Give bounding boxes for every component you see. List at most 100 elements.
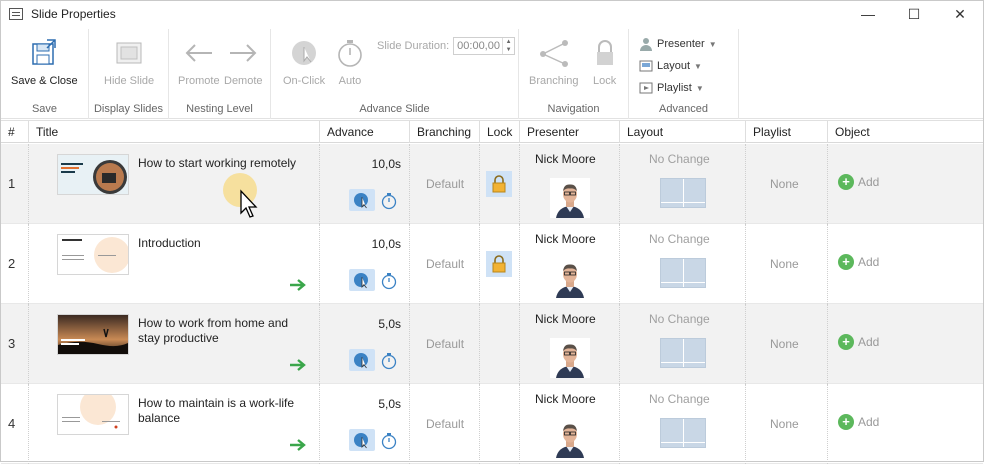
on-click-button[interactable]: On-Click [283, 37, 325, 87]
branching-value[interactable]: Default [426, 337, 464, 351]
duration-spinner[interactable]: ▲ ▼ [502, 38, 514, 54]
branching-value[interactable]: Default [426, 417, 464, 431]
title-bar: Slide Properties — ☐ ✕ [1, 1, 983, 27]
add-object-button[interactable]: + Add [838, 174, 879, 190]
slide-thumbnail[interactable] [57, 314, 129, 355]
auto-timer-icon[interactable] [381, 272, 397, 290]
presenter-name[interactable]: Nick Moore [535, 152, 596, 166]
maximize-button[interactable]: ☐ [891, 1, 937, 27]
auto-button[interactable]: Auto [337, 37, 363, 87]
presenter-name[interactable]: Nick Moore [535, 232, 596, 246]
layout-preview-icon[interactable] [660, 418, 706, 448]
col-header-layout[interactable]: Layout [620, 121, 746, 143]
app-icon [9, 8, 23, 20]
col-header-title[interactable]: Title [29, 121, 320, 143]
promote-button[interactable]: Promote [178, 37, 220, 87]
lock-toggle[interactable] [486, 331, 512, 357]
advance-time[interactable]: 5,0s [378, 397, 401, 411]
auto-timer-icon[interactable] [381, 192, 397, 210]
presenter-name[interactable]: Nick Moore [535, 312, 596, 326]
layout-value[interactable]: No Change [649, 312, 710, 326]
slide-duration-label: Slide Duration: [377, 40, 450, 52]
playlist-value[interactable]: None [770, 177, 799, 191]
lock-button[interactable]: Lock [593, 37, 616, 87]
on-click-toggle[interactable] [349, 189, 375, 211]
playlist-value[interactable]: None [770, 337, 799, 351]
branching-value[interactable]: Default [426, 177, 464, 191]
col-header-presenter[interactable]: Presenter [520, 121, 620, 143]
col-header-object[interactable]: Object [828, 121, 983, 143]
on-click-icon [354, 433, 368, 449]
cell-num: 3 [1, 304, 29, 384]
layout-preview-icon[interactable] [660, 338, 706, 368]
presenter-avatar[interactable] [550, 338, 590, 378]
auto-timer-icon[interactable] [381, 432, 397, 450]
slide-preview [58, 235, 128, 274]
col-header-branching[interactable]: Branching [410, 121, 480, 143]
add-object-button[interactable]: + Add [838, 254, 879, 270]
advance-time[interactable]: 10,0s [372, 237, 401, 251]
hide-slide-button[interactable]: Hide Slide [104, 37, 154, 87]
lock-toggle[interactable] [486, 171, 512, 197]
layout-preview-icon[interactable] [660, 178, 706, 208]
table-row[interactable]: 3 5,0s How to work from home and stay pr… [1, 304, 983, 384]
col-header-num[interactable]: # [1, 121, 29, 143]
layout-value[interactable]: No Change [649, 152, 710, 166]
table-row[interactable]: 4 5,0s How to maintain is a work-life ba… [1, 384, 983, 464]
on-click-icon [354, 273, 368, 289]
slide-title[interactable]: How to work from home and stay productiv… [138, 316, 308, 346]
slides-table: # Title Advance Branching Lock Presenter… [1, 120, 983, 464]
close-button[interactable]: ✕ [937, 1, 983, 27]
branching-value[interactable]: Default [426, 257, 464, 271]
presenter-avatar[interactable] [550, 178, 590, 218]
save-close-button[interactable]: Save & Close [11, 37, 78, 87]
col-header-lock[interactable]: Lock [480, 121, 520, 143]
lock-toggle[interactable] [486, 411, 512, 437]
plus-icon: + [838, 254, 854, 270]
cell-advance: 10,0s [320, 144, 410, 224]
slide-number: 2 [8, 256, 16, 271]
playlist-dropdown[interactable]: Playlist ▼ [639, 81, 704, 95]
layout-value[interactable]: No Change [649, 392, 710, 406]
advance-time[interactable]: 5,0s [378, 317, 401, 331]
playlist-value[interactable]: None [770, 417, 799, 431]
presenter-avatar[interactable] [550, 418, 590, 458]
slide-title[interactable]: How to start working remotely [138, 156, 308, 171]
table-row[interactable]: 1 10,0s How to start working remotely De… [1, 144, 983, 224]
slide-thumbnail[interactable] [57, 154, 129, 195]
presenter-name[interactable]: Nick Moore [535, 392, 596, 406]
group-label-save: Save [31, 103, 58, 115]
on-click-icon [354, 353, 368, 369]
advance-time[interactable]: 10,0s [372, 157, 401, 171]
slide-thumbnail[interactable] [57, 234, 129, 275]
save-icon [29, 37, 59, 69]
presenter-dropdown[interactable]: Presenter ▼ [639, 37, 717, 51]
minimize-button[interactable]: — [845, 1, 891, 27]
layout-value[interactable]: No Change [649, 232, 710, 246]
col-header-playlist[interactable]: Playlist [746, 121, 828, 143]
layout-preview-icon[interactable] [660, 258, 706, 288]
lock-icon [492, 255, 506, 273]
add-object-button[interactable]: + Add [838, 414, 879, 430]
slide-duration-input[interactable]: 00:00,00 ▲ ▼ [453, 37, 516, 55]
save-close-label: Save & Close [11, 75, 78, 87]
slide-thumbnail[interactable] [57, 394, 129, 435]
layout-dropdown[interactable]: Layout ▼ [639, 59, 702, 73]
on-click-toggle[interactable] [349, 269, 375, 291]
auto-timer-icon[interactable] [381, 352, 397, 370]
lock-icon [594, 37, 616, 69]
on-click-label: On-Click [283, 75, 326, 87]
nested-arrow-icon [290, 359, 306, 371]
on-click-toggle[interactable] [349, 349, 375, 371]
lock-toggle[interactable] [486, 251, 512, 277]
on-click-toggle[interactable] [349, 429, 375, 451]
presenter-avatar[interactable] [550, 258, 590, 298]
slide-title[interactable]: How to maintain is a work-life balance [138, 396, 308, 426]
slide-title[interactable]: Introduction [138, 236, 308, 251]
col-header-advance[interactable]: Advance [320, 121, 410, 143]
demote-button[interactable]: Demote [224, 37, 263, 87]
playlist-value[interactable]: None [770, 257, 799, 271]
table-row[interactable]: 2 10,0s Introduction Default Nick Moore … [1, 224, 983, 304]
branching-button[interactable]: Branching [529, 37, 579, 87]
add-object-button[interactable]: + Add [838, 334, 879, 350]
